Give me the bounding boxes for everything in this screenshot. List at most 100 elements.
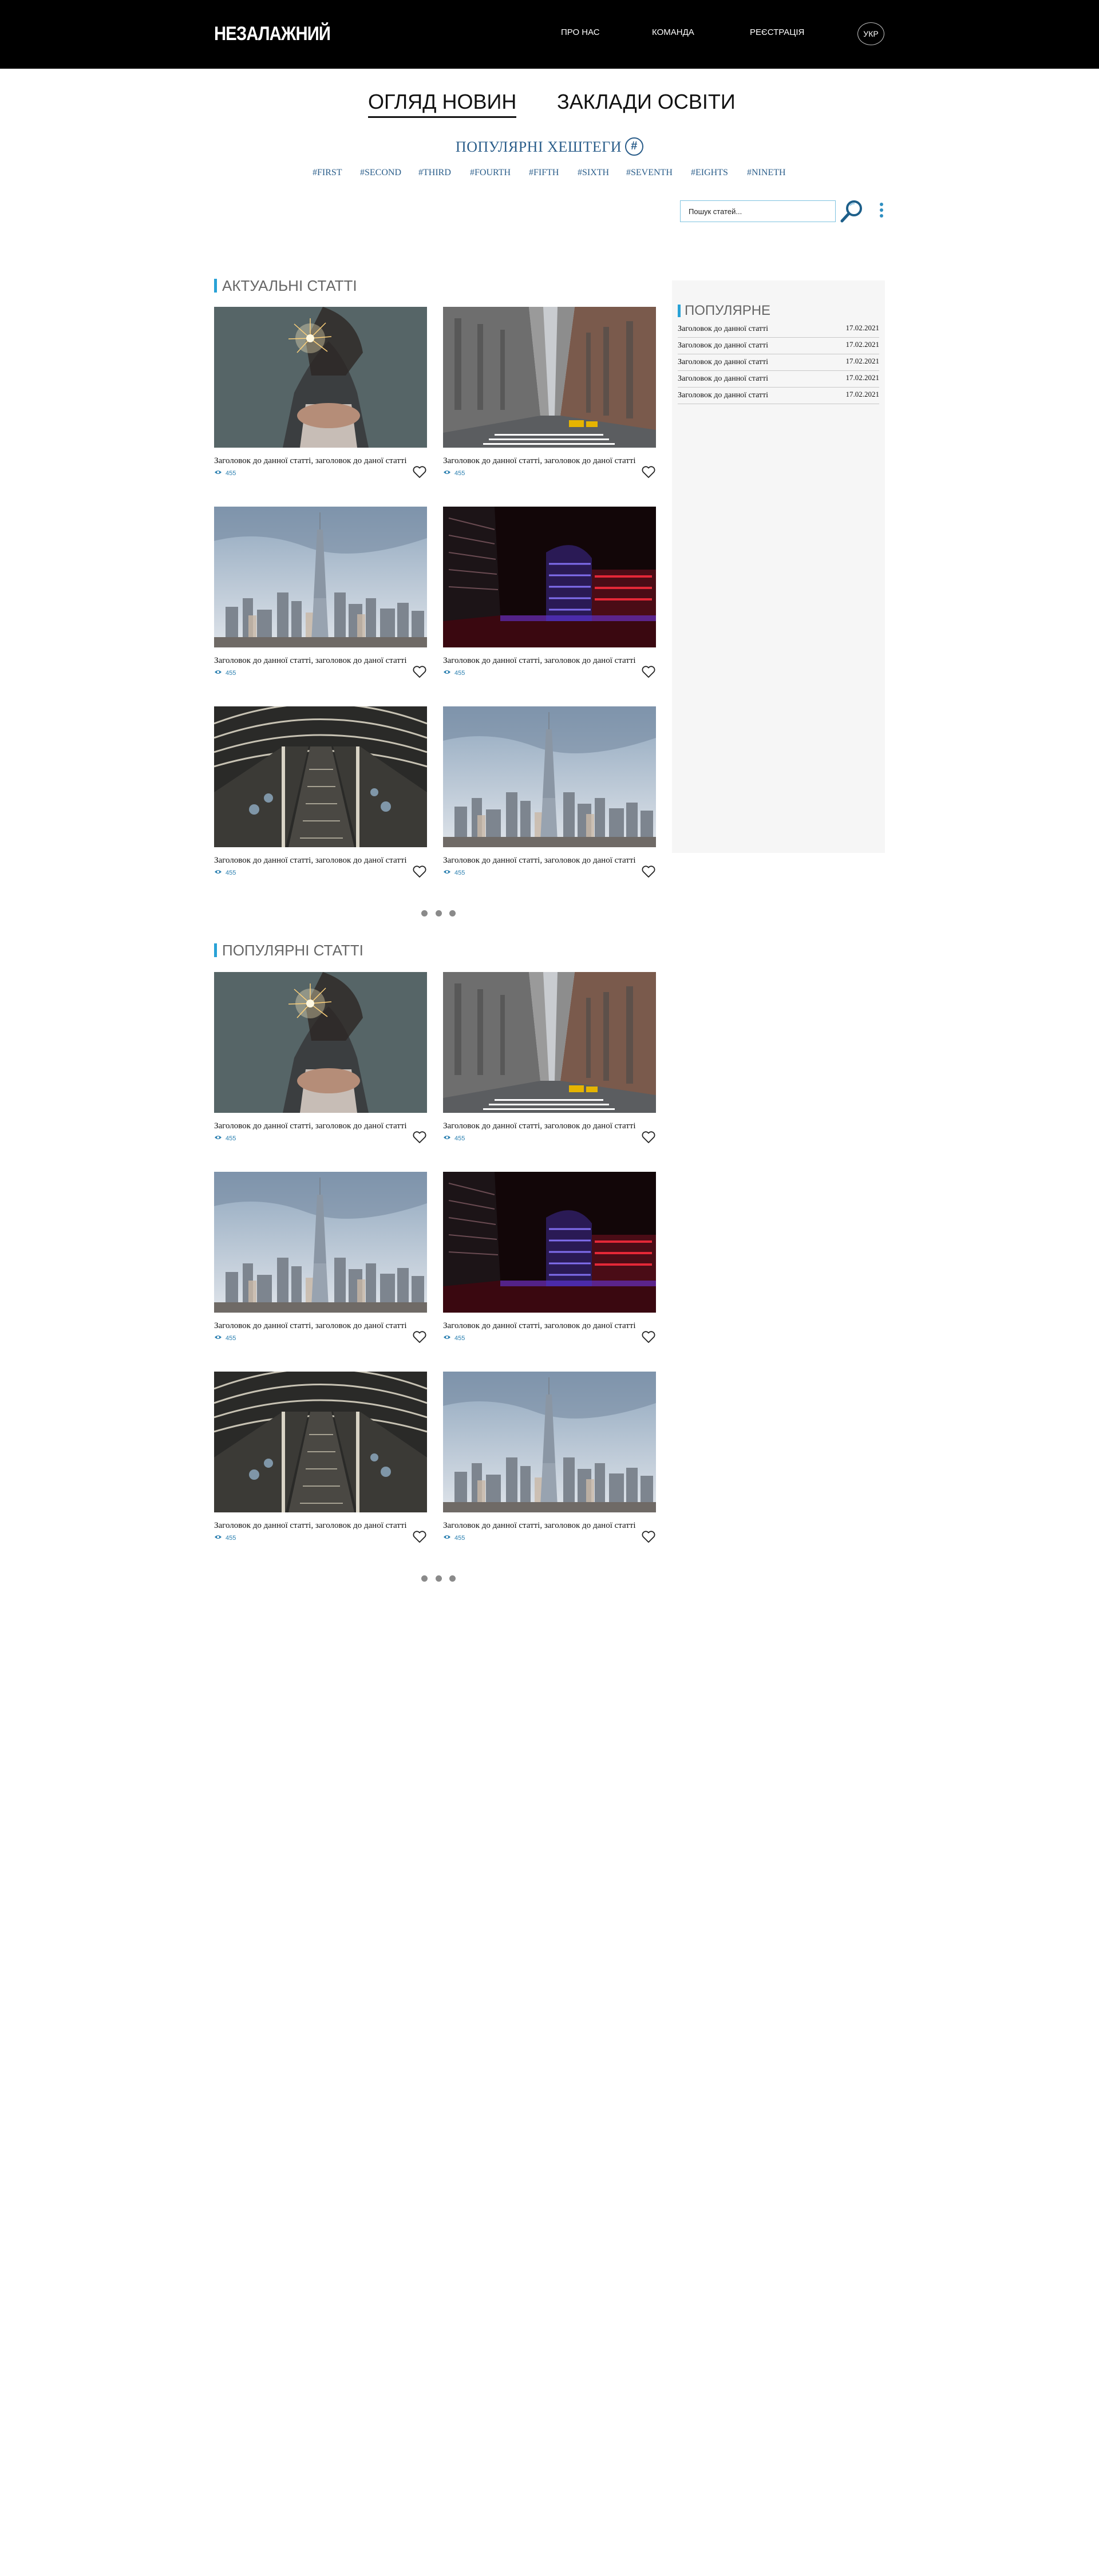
article-title[interactable]: Заголовок до данної статті, заголовок до… bbox=[443, 1319, 646, 1332]
article-title[interactable]: Заголовок до данної статті, заголовок до… bbox=[443, 455, 646, 467]
heart-icon[interactable] bbox=[412, 1131, 427, 1144]
popular-item-date: 17.02.2021 bbox=[845, 340, 880, 349]
hashtag-link[interactable]: #EIGHTS bbox=[691, 168, 728, 178]
eye-icon bbox=[214, 1334, 222, 1342]
hashtag-link[interactable]: #SECOND bbox=[360, 168, 401, 178]
eye-icon bbox=[214, 1135, 222, 1142]
article-meta: 455 bbox=[214, 1330, 427, 1345]
main-nav: ПРО НАС КОМАНДА РЕЄСТРАЦІЯ bbox=[0, 27, 1099, 40]
heart-icon[interactable] bbox=[641, 665, 656, 679]
magnifier-icon[interactable] bbox=[839, 199, 864, 224]
article-image[interactable] bbox=[214, 507, 427, 647]
hashtag-link[interactable]: #FOURTH bbox=[470, 168, 511, 178]
article-image[interactable] bbox=[214, 307, 427, 448]
article-title[interactable]: Заголовок до данної статті, заголовок до… bbox=[214, 1120, 417, 1132]
more-dots-icon[interactable] bbox=[421, 910, 456, 918]
article-card: Заголовок до данної статті, заголовок до… bbox=[443, 972, 656, 1145]
article-title[interactable]: Заголовок до данної статті, заголовок до… bbox=[214, 1319, 417, 1332]
hashtag-link[interactable]: #SEVENTH bbox=[626, 168, 673, 178]
hashtag-link[interactable]: #FIRST bbox=[313, 168, 342, 178]
eye-icon bbox=[443, 1334, 451, 1342]
article-title[interactable]: Заголовок до данної статті, заголовок до… bbox=[443, 854, 646, 867]
section-title-popular: ПОПУЛЯРНІ СТАТТІ bbox=[214, 943, 363, 958]
heart-icon[interactable] bbox=[641, 865, 656, 879]
heart-icon[interactable] bbox=[641, 1131, 656, 1144]
heart-icon[interactable] bbox=[641, 465, 656, 479]
article-image[interactable] bbox=[443, 972, 656, 1113]
hash-circle-icon: # bbox=[625, 137, 644, 156]
article-meta: 455 bbox=[443, 465, 656, 480]
view-count: 455 bbox=[214, 1534, 236, 1542]
article-title[interactable]: Заголовок до данної статті, заголовок до… bbox=[214, 854, 417, 867]
article-image[interactable] bbox=[443, 1372, 656, 1512]
tab-education[interactable]: ЗАКЛАДИ ОСВІТИ bbox=[557, 90, 736, 114]
view-count: 455 bbox=[443, 669, 465, 677]
nav-registration[interactable]: РЕЄСТРАЦІЯ bbox=[750, 27, 804, 37]
article-title[interactable]: Заголовок до данної статті, заголовок до… bbox=[214, 1519, 417, 1532]
nav-about[interactable]: ПРО НАС bbox=[561, 27, 600, 37]
view-count-value: 455 bbox=[454, 1534, 465, 1542]
article-meta: 455 bbox=[443, 665, 656, 680]
popular-item[interactable]: Заголовок до данної статті 17.02.2021 bbox=[678, 321, 879, 338]
popular-sidebar: ПОПУЛЯРНЕ Заголовок до данної статті 17.0… bbox=[672, 280, 885, 853]
popular-item-title: Заголовок до данної статті bbox=[678, 391, 769, 400]
article-title[interactable]: Заголовок до данної статті, заголовок до… bbox=[443, 1519, 646, 1532]
heart-icon[interactable] bbox=[641, 1530, 656, 1544]
view-count: 455 bbox=[443, 869, 465, 876]
view-count: 455 bbox=[214, 1334, 236, 1342]
article-card: Заголовок до данної статті, заголовок до… bbox=[214, 706, 427, 880]
popular-item[interactable]: Заголовок до данної статті 17.02.2021 bbox=[678, 388, 879, 404]
popular-item[interactable]: Заголовок до данної статті 17.02.2021 bbox=[678, 354, 879, 371]
article-image[interactable] bbox=[214, 706, 427, 847]
popular-item[interactable]: Заголовок до данної статті 17.02.2021 bbox=[678, 338, 879, 354]
article-card: Заголовок до данної статті, заголовок до… bbox=[443, 706, 656, 880]
heart-icon[interactable] bbox=[412, 865, 427, 879]
view-count-value: 455 bbox=[454, 1334, 465, 1342]
popular-item-date: 17.02.2021 bbox=[845, 323, 880, 332]
eye-icon bbox=[443, 869, 451, 876]
heart-icon[interactable] bbox=[412, 465, 427, 479]
heart-icon[interactable] bbox=[412, 1530, 427, 1544]
hashtag-link[interactable]: #NINETH bbox=[747, 168, 786, 178]
view-count-value: 455 bbox=[226, 1534, 236, 1542]
article-meta: 455 bbox=[443, 1131, 656, 1145]
view-count: 455 bbox=[443, 1135, 465, 1142]
article-image[interactable] bbox=[443, 706, 656, 847]
article-title[interactable]: Заголовок до данної статті, заголовок до… bbox=[214, 455, 417, 467]
language-switch[interactable]: УКР bbox=[857, 22, 884, 45]
heart-icon[interactable] bbox=[641, 1330, 656, 1344]
sidebar-title: ПОПУЛЯРНЕ bbox=[678, 304, 770, 318]
popular-item-title: Заголовок до данної статті bbox=[678, 341, 769, 350]
view-count-value: 455 bbox=[226, 1334, 236, 1342]
hashtag-link[interactable]: #SIXTH bbox=[578, 168, 609, 178]
popular-item[interactable]: Заголовок до данної статті 17.02.2021 bbox=[678, 371, 879, 388]
eye-icon bbox=[214, 669, 222, 677]
article-card: Заголовок до данної статті, заголовок до… bbox=[443, 507, 656, 680]
tab-news-review[interactable]: ОГЛЯД НОВИН bbox=[368, 90, 517, 118]
article-image[interactable] bbox=[214, 1372, 427, 1512]
hashtag-link[interactable]: #THIRD bbox=[418, 168, 451, 178]
article-title[interactable]: Заголовок до данної статті, заголовок до… bbox=[443, 654, 646, 667]
hashtag-list: #FIRST #SECOND #THIRD #FOURTH #FIFTH #SI… bbox=[0, 168, 1099, 179]
eye-icon bbox=[443, 469, 451, 477]
kebab-menu-icon[interactable] bbox=[877, 203, 885, 221]
article-image[interactable] bbox=[214, 972, 427, 1113]
eye-icon bbox=[214, 869, 222, 876]
heart-icon[interactable] bbox=[412, 665, 427, 679]
popular-item-title: Заголовок до данної статті bbox=[678, 325, 769, 333]
article-image[interactable] bbox=[443, 507, 656, 647]
heart-icon[interactable] bbox=[412, 1330, 427, 1344]
article-card: Заголовок до данної статті, заголовок до… bbox=[214, 972, 427, 1145]
article-image[interactable] bbox=[443, 1172, 656, 1313]
article-title[interactable]: Заголовок до данної статті, заголовок до… bbox=[214, 654, 417, 667]
eye-icon bbox=[443, 669, 451, 677]
article-image[interactable] bbox=[214, 1172, 427, 1313]
more-dots-icon[interactable] bbox=[421, 1575, 456, 1583]
popular-item-date: 17.02.2021 bbox=[845, 390, 880, 398]
hashtag-link[interactable]: #FIFTH bbox=[529, 168, 559, 178]
article-image[interactable] bbox=[443, 307, 656, 448]
search-input[interactable] bbox=[680, 200, 836, 222]
nav-team[interactable]: КОМАНДА bbox=[652, 27, 694, 37]
article-title[interactable]: Заголовок до данної статті, заголовок до… bbox=[443, 1120, 646, 1132]
view-count-value: 455 bbox=[454, 869, 465, 876]
